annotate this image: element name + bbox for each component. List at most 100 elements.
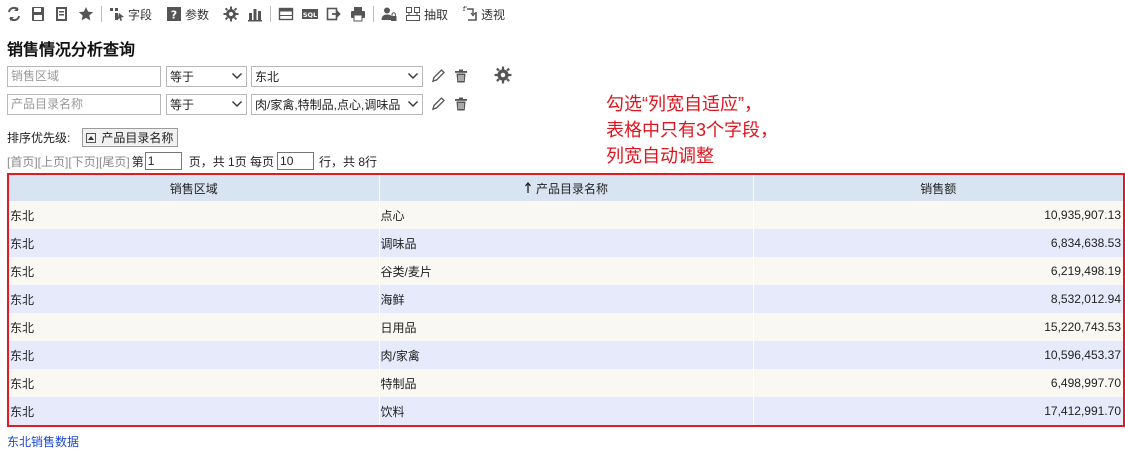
pencil-icon [432,69,445,83]
export-icon [326,7,341,21]
printer-icon [351,7,366,22]
filter-value-select[interactable]: 东北 [251,65,423,87]
gear-icon[interactable] [494,66,512,84]
column-header-region[interactable]: 销售区域 [9,175,380,201]
chevron-down-icon [408,101,418,107]
delete-filter-button[interactable] [453,68,469,84]
refresh-icon [8,6,20,22]
extract-button[interactable]: 抽取 [401,3,452,25]
cell-region: 东北 [9,313,380,341]
save-as-button[interactable] [50,3,74,25]
field-button[interactable]: 字段 [105,3,156,25]
save-button[interactable] [26,3,50,25]
prev-page-link[interactable]: [上页] [38,153,69,170]
table-row: 东北 点心 10,935,907.13 [9,201,1123,229]
toolbar-divider [373,6,375,22]
cell-category: 饮料 [379,397,754,425]
per-page-input[interactable]: 10 [277,152,315,170]
operator-select[interactable]: 等于 [166,65,247,87]
cell-region: 东北 [9,369,380,397]
operator-value: 等于 [170,97,195,112]
pivot-icon [463,6,477,21]
rows-suffix: 行，共 8行 [319,154,378,169]
filter-field-input[interactable]: 销售区域 [7,65,161,87]
chevron-down-icon [408,73,418,79]
param-button[interactable]: ? 参数 [162,3,213,25]
column-header-category[interactable]: 产品目录名称 [379,175,754,201]
save-icon [32,7,44,21]
last-page-link[interactable]: [尾页] [99,153,130,170]
table-row: 东北 调味品 6,834,638.53 [9,229,1123,257]
pencil-icon [432,97,445,111]
filter-field-input[interactable]: 产品目录名称 [7,93,161,115]
table-row: 东北 日用品 15,220,743.53 [9,313,1123,341]
toolbar-divider [101,6,102,22]
table-row: 东北 饮料 17,412,991.70 [9,397,1123,425]
refresh-button[interactable] [2,3,26,25]
pivot-button[interactable]: 透视 [458,3,509,25]
cell-category: 点心 [379,201,754,229]
cell-region: 东北 [9,257,380,285]
annotation-note: 勾选“列宽自适应”， 表格中只有3个字段， 列宽自动调整 [606,94,779,166]
cell-category: 谷类/麦片 [379,257,754,285]
table-icon [278,7,294,21]
first-page-link[interactable]: [首页] [7,153,38,170]
field-label: 字段 [128,7,153,22]
edit-filter-button[interactable] [430,68,446,84]
cell-region: 东北 [9,201,380,229]
table-row: 东北 特制品 6,498,997.70 [9,369,1123,397]
delete-filter-button[interactable] [453,96,469,112]
question-icon: ? [167,7,182,22]
print-button[interactable] [346,3,370,25]
cell-region: 东北 [9,397,380,425]
edit-filter-button[interactable] [430,96,446,112]
user-permission-button[interactable] [377,3,401,25]
pager: [首页] [上页] [下页] [尾页] 第 1 页，共 1页 每页 10 行，共… [7,152,377,170]
extract-icon [406,7,421,21]
sql-button[interactable]: SQL [298,3,322,25]
param-label: 参数 [185,7,210,22]
cell-region: 东北 [9,229,380,257]
filter-value: 东北 [255,69,280,84]
sql-icon: SQL [302,9,319,19]
filter-row: 销售区域 等于 东北 [7,65,469,87]
filter-value-select[interactable]: 肉/家禽,特制品,点心,调味品 [251,93,423,115]
table-row: 东北 谷类/麦片 6,219,498.19 [9,257,1123,285]
cell-category: 肉/家禽 [379,341,754,369]
page-suffix: 页，共 1页 每页 [188,154,275,169]
cell-sales: 6,498,997.70 [753,369,1123,397]
cell-sales: 15,220,743.53 [753,313,1123,341]
filter-row: 产品目录名称 等于 肉/家禽,特制品,点心,调味品 [7,93,469,115]
svg-text:SQL: SQL [303,11,317,19]
extract-label: 抽取 [424,7,449,22]
table-button[interactable] [274,3,298,25]
svg-text:?: ? [171,9,177,22]
column-header-sales[interactable]: 销售额 [753,175,1123,201]
page-title: 销售情况分析查询 [7,42,136,59]
bar-chart-icon [248,9,263,22]
export-button[interactable] [322,3,346,25]
star-icon [78,7,94,21]
operator-value: 等于 [170,69,195,84]
gear-icon [223,6,239,22]
page-prefix: 第 [131,154,144,169]
table-header-row: 销售区域 产品目录名称 销售额 [9,175,1123,201]
cell-sales: 17,412,991.70 [753,397,1123,425]
field-icon [110,8,124,21]
favorite-button[interactable] [74,3,98,25]
chart-button[interactable] [243,3,267,25]
pivot-label: 透视 [481,7,506,22]
sort-chip[interactable]: 产品目录名称 [82,128,179,147]
drill-link[interactable]: 东北销售数据 [7,433,79,450]
trash-icon [455,69,467,83]
page-input[interactable]: 1 [144,152,182,170]
operator-select[interactable]: 等于 [166,93,247,115]
toolbar-divider [270,6,272,22]
cell-sales: 6,834,638.53 [753,229,1123,257]
settings-button[interactable] [219,3,243,25]
next-page-link[interactable]: [下页] [68,153,99,170]
cell-region: 东北 [9,285,380,313]
user-lock-icon [381,7,397,21]
chevron-down-icon [232,101,242,107]
cell-category: 特制品 [379,369,754,397]
